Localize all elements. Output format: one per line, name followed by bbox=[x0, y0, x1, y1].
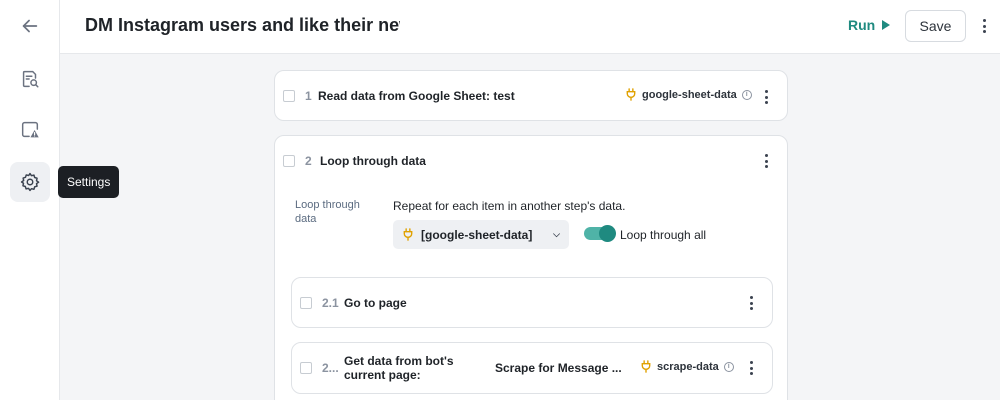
step-card-2-1[interactable]: 2.1 Go to page bbox=[291, 277, 773, 328]
more-options-icon[interactable] bbox=[977, 17, 991, 35]
settings-tooltip: Settings bbox=[58, 166, 120, 198]
step-number: 2... bbox=[322, 361, 339, 375]
plug-icon bbox=[626, 88, 636, 101]
step-number: 2.1 bbox=[322, 296, 339, 310]
output-variable[interactable]: google-sheet-data i bbox=[625, 88, 752, 101]
gear-icon bbox=[20, 172, 40, 192]
loop-source-value: [google-sheet-data] bbox=[421, 227, 533, 242]
step-checkbox[interactable] bbox=[283, 155, 295, 167]
variable-name: scrape-data bbox=[657, 360, 719, 373]
step-checkbox[interactable] bbox=[283, 90, 295, 102]
play-icon bbox=[882, 20, 891, 30]
back-button[interactable] bbox=[10, 6, 50, 46]
step-checkbox[interactable] bbox=[300, 297, 312, 309]
loop-description: Repeat for each item in another step's d… bbox=[393, 199, 626, 213]
loop-field-label: Loop through data bbox=[295, 199, 360, 225]
variable-name: google-sheet-data bbox=[642, 88, 737, 101]
chevron-down-icon: ⌵ bbox=[553, 229, 560, 239]
warning-window-icon bbox=[21, 121, 39, 138]
plug-icon bbox=[641, 360, 651, 373]
step-subtitle: Scrape for Message ... bbox=[495, 361, 622, 375]
step-number: 2 bbox=[305, 154, 312, 168]
plug-icon bbox=[403, 228, 413, 241]
step-card-1[interactable]: 1 Read data from Google Sheet: test goog… bbox=[274, 70, 788, 121]
step-number: 1 bbox=[305, 89, 312, 103]
step-menu-icon[interactable] bbox=[744, 359, 758, 377]
step-title: Get data from bot's current page: bbox=[344, 354, 454, 382]
rail-item-settings[interactable] bbox=[10, 162, 50, 202]
rail-item-issues[interactable] bbox=[10, 110, 50, 150]
left-rail bbox=[0, 0, 60, 400]
step-title: Loop through data bbox=[320, 154, 426, 168]
step-checkbox[interactable] bbox=[300, 362, 312, 374]
step-menu-icon[interactable] bbox=[744, 294, 758, 312]
run-label: Run bbox=[848, 17, 876, 33]
arrow-left-icon bbox=[22, 19, 38, 33]
step-menu-icon[interactable] bbox=[759, 152, 773, 170]
step-card-2-2[interactable]: 2... Get data from bot's current page: S… bbox=[291, 342, 773, 394]
loop-source-select[interactable]: [google-sheet-data] ⌵ bbox=[393, 220, 569, 249]
output-variable[interactable]: scrape-data i bbox=[640, 360, 734, 373]
document-search-icon bbox=[22, 70, 39, 88]
loop-all-label: Loop through all bbox=[620, 228, 707, 242]
step-title: Go to page bbox=[344, 296, 407, 310]
step-menu-icon[interactable] bbox=[759, 88, 773, 106]
loop-all-toggle[interactable] bbox=[584, 225, 616, 242]
info-icon[interactable]: i bbox=[723, 361, 734, 372]
page-title[interactable]: DM Instagram users and like their newes bbox=[85, 15, 400, 36]
info-icon[interactable]: i bbox=[741, 89, 752, 100]
top-bar: DM Instagram users and like their newes … bbox=[60, 0, 1000, 54]
save-button[interactable]: Save bbox=[905, 10, 966, 42]
step-title: Read data from Google Sheet: test bbox=[318, 89, 515, 103]
step-card-2[interactable]: 2 Loop through data Loop through data Re… bbox=[274, 135, 788, 400]
rail-item-logs[interactable] bbox=[10, 59, 50, 99]
run-button[interactable]: Run bbox=[848, 17, 891, 33]
